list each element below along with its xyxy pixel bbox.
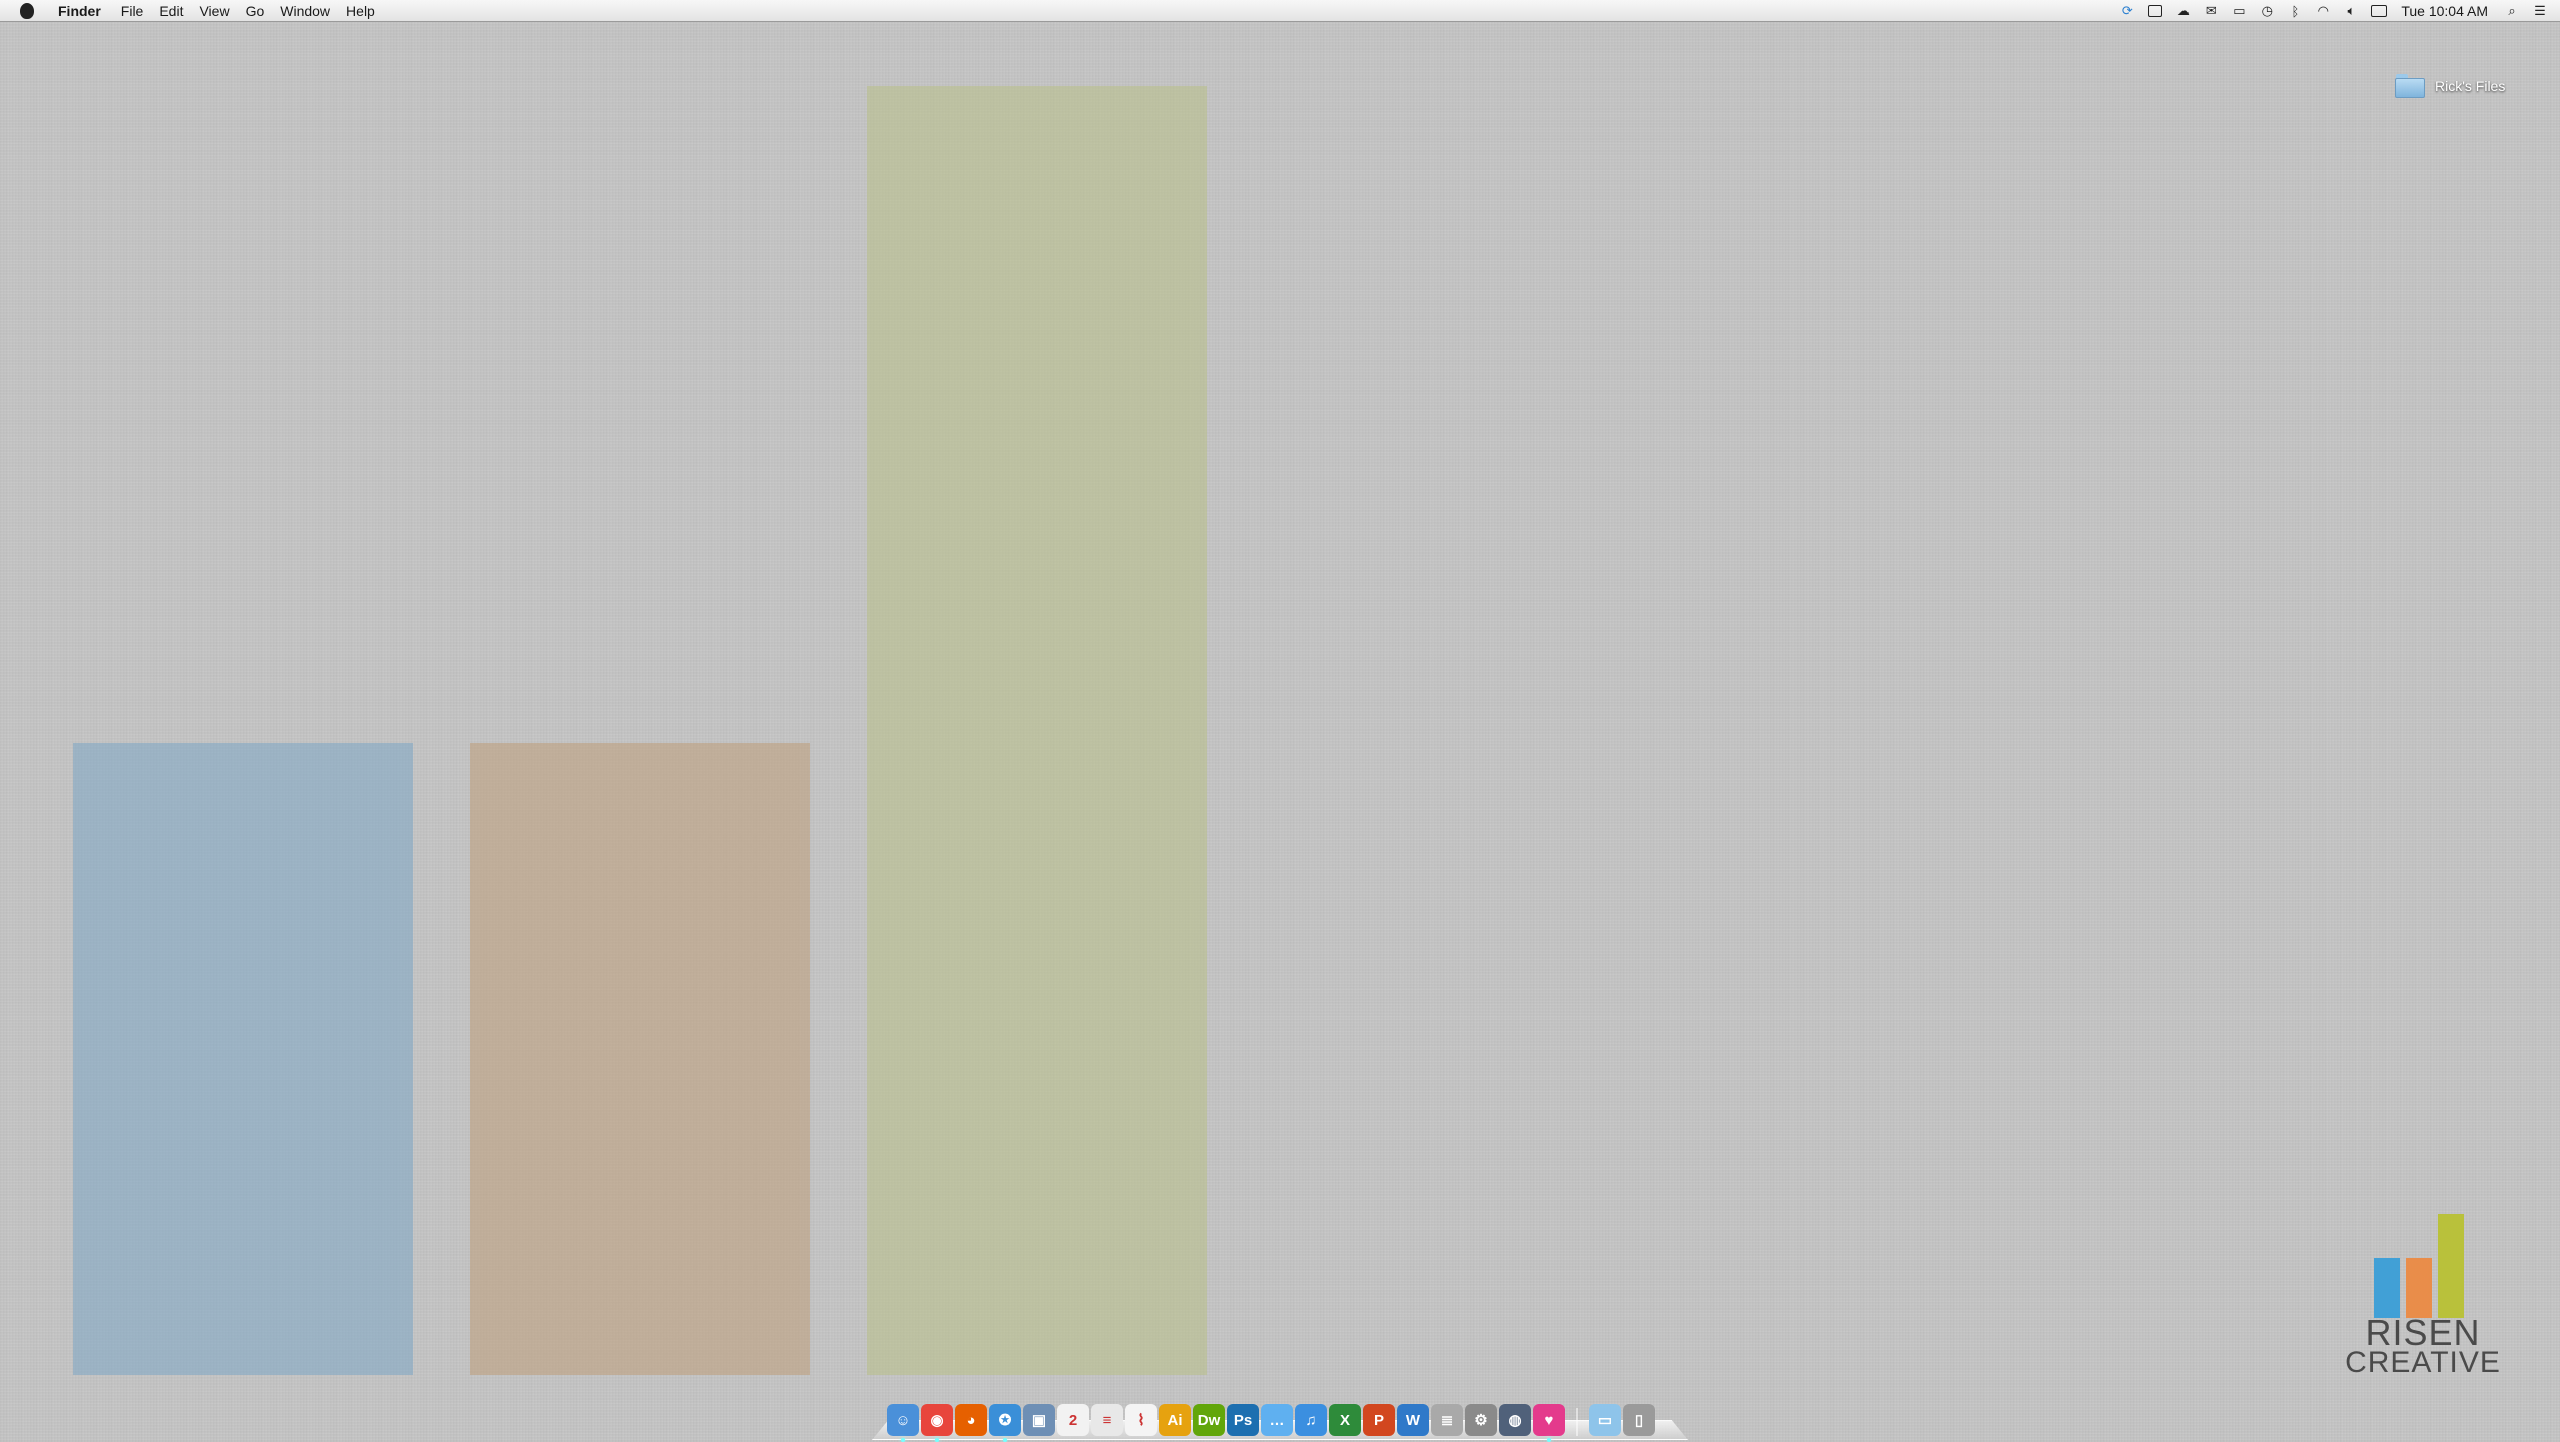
menu-file[interactable]: File (113, 0, 152, 22)
logo-bar-green (2438, 1214, 2464, 1318)
running-indicator (1547, 1438, 1551, 1442)
downloads-folder-icon[interactable]: ▭ (1589, 1404, 1621, 1436)
logo-bar-orange (2406, 1258, 2432, 1318)
dreamweaver-icon[interactable]: Dw (1193, 1404, 1225, 1436)
messages-icon[interactable]: … (1261, 1404, 1293, 1436)
logo-text-line2: CREATIVE (2345, 1346, 2501, 1379)
logo-bar-blue (2374, 1258, 2400, 1318)
desktop-folder-ricks-files[interactable]: Rick's Files (2395, 74, 2505, 98)
folder-icon (2395, 74, 2425, 98)
time-machine-icon[interactable]: ◷ (2259, 3, 2275, 18)
illustrator-icon[interactable]: Ai (1159, 1404, 1191, 1436)
wallpaper-bar-green (867, 86, 1207, 1375)
wallpaper-bar-orange (470, 743, 810, 1375)
spotlight-search-icon[interactable]: ⌕ (2504, 3, 2520, 18)
menu-go[interactable]: Go (238, 0, 273, 22)
heart-icon[interactable]: ♥ (1533, 1404, 1565, 1442)
word-icon[interactable]: W (1397, 1404, 1429, 1436)
bluetooth-icon[interactable]: ᛒ (2287, 4, 2303, 19)
menu-bar: Finder File Edit View Go Window Help ⟳ ☁… (0, 0, 2560, 22)
cloud-upload-icon[interactable]: ☁ (2175, 3, 2191, 18)
dock-icons: ☺ ◉ ◕ ✪ ▣ 2 ≡ ⌇ Ai Dw Ps… ♫ X P W ≣ ⚙ ◍ ♥ ▭ ▯ (886, 1404, 1656, 1442)
calendar-icon[interactable]: 2 (1057, 1404, 1089, 1436)
menu-help[interactable]: Help (338, 0, 383, 22)
running-indicator (935, 1438, 939, 1442)
gear-icon[interactable]: ⚙ (1465, 1404, 1497, 1436)
apple-menu-icon[interactable] (20, 2, 34, 19)
dock: ☺ ◉ ◕ ✪ ▣ 2 ≡ ⌇ Ai Dw Ps… ♫ X P W ≣ ⚙ ◍ ♥ ▭ ▯ (872, 1395, 1688, 1442)
wallpaper-bar-blue (73, 743, 413, 1375)
textedit-icon[interactable]: ≡ (1091, 1404, 1123, 1436)
logo-text-line1: RISEN (2365, 1312, 2481, 1353)
filemerge-icon[interactable]: ≣ (1431, 1404, 1463, 1436)
menu-view[interactable]: View (191, 0, 237, 22)
running-indicator (901, 1438, 905, 1442)
safari-icon[interactable]: ✪ (989, 1404, 1021, 1442)
running-indicator (1003, 1438, 1007, 1442)
itunes-icon[interactable]: ♫ (1295, 1404, 1327, 1436)
risen-creative-logo: RISEN CREATIVE (2338, 1198, 2508, 1378)
trash-icon[interactable]: ▯ (1623, 1404, 1655, 1436)
volume-icon[interactable]: 🔈︎ (2343, 3, 2359, 18)
screen-icon[interactable] (2147, 4, 2163, 18)
firefox-icon[interactable]: ◕ (955, 1404, 987, 1436)
chrome-icon[interactable]: ◉ (921, 1404, 953, 1442)
menu-edit[interactable]: Edit (151, 0, 191, 22)
preview-icon[interactable]: ▣ (1023, 1404, 1055, 1436)
finder-icon[interactable]: ☺ (887, 1404, 919, 1442)
acrobat-icon[interactable]: ⌇ (1125, 1404, 1157, 1436)
menu-clock[interactable]: Tue 10:04 AM (2401, 3, 2488, 19)
menu-app-name[interactable]: Finder (50, 0, 113, 22)
network-icon[interactable]: ◍ (1499, 1404, 1531, 1436)
battery-icon[interactable] (2371, 4, 2388, 18)
sync-icon[interactable]: ⟳ (2119, 3, 2135, 18)
notification-center-icon[interactable]: ☰ (2532, 3, 2548, 18)
airplay-icon[interactable]: ▭ (2231, 3, 2247, 18)
chat-icon[interactable]: ✉ (2203, 3, 2219, 18)
dock-separator (1576, 1408, 1578, 1436)
menu-window[interactable]: Window (272, 0, 338, 22)
wifi-icon[interactable]: ◠ (2315, 3, 2331, 18)
excel-icon[interactable]: X (1329, 1404, 1361, 1436)
desktop-folder-label: Rick's Files (2435, 78, 2506, 94)
powerpoint-icon[interactable]: P (1363, 1404, 1395, 1436)
photoshop-icon[interactable]: Ps (1227, 1404, 1259, 1436)
